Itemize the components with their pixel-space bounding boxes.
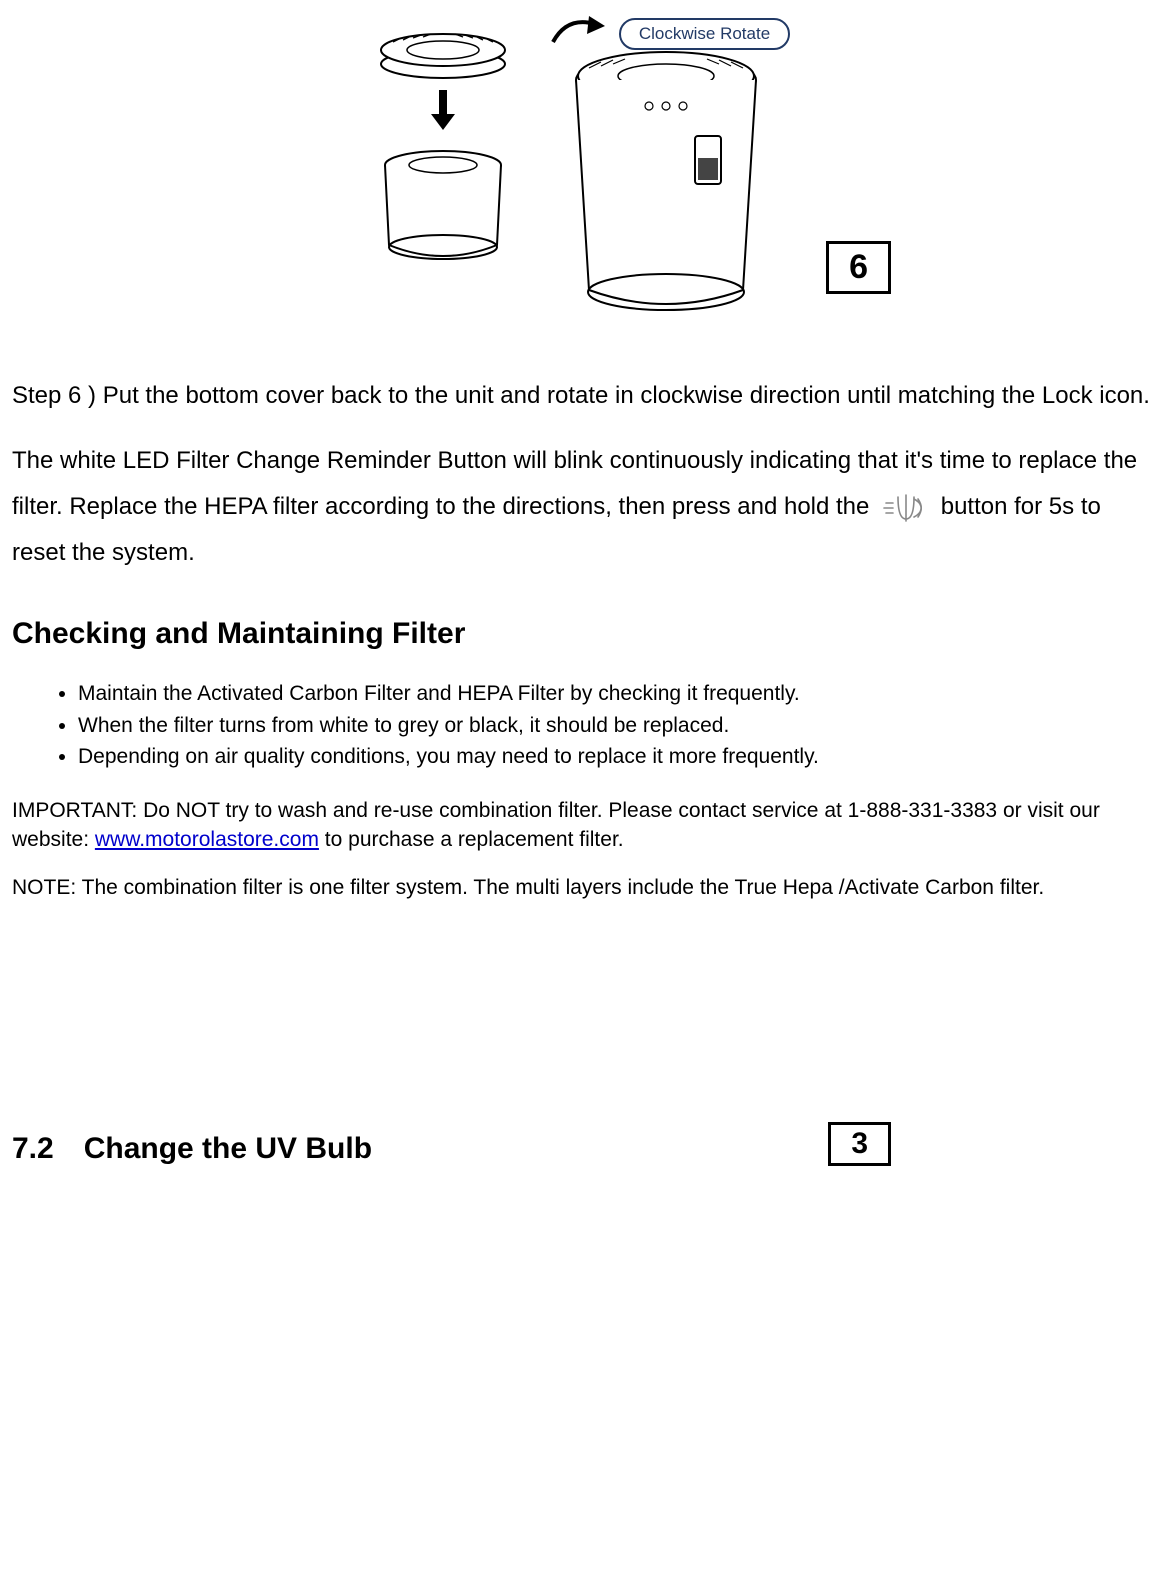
base-unit-icon bbox=[373, 147, 513, 267]
important-post: to purchase a replacement filter. bbox=[319, 828, 624, 851]
step6-figure: Clockwise Rotate 6 bbox=[12, 10, 1151, 340]
device-column: Clockwise Rotate bbox=[543, 10, 790, 340]
footer-row: 7.2 Change the UV Bulb 3 bbox=[12, 1122, 1151, 1166]
website-link[interactable]: www.motorolastore.com bbox=[95, 828, 319, 851]
checking-maintaining-heading: Checking and Maintaining Filter bbox=[12, 617, 1151, 651]
page-number-box: 3 bbox=[828, 1122, 891, 1166]
spacer bbox=[12, 922, 1151, 1122]
list-item: Maintain the Activated Carbon Filter and… bbox=[78, 679, 1151, 708]
lid-top-icon bbox=[373, 20, 513, 80]
filter-reset-icon bbox=[882, 491, 928, 525]
important-paragraph: IMPORTANT: Do NOT try to wash and re-use… bbox=[12, 797, 1151, 854]
step6-paragraph: Step 6 ) Put the bottom cover back to th… bbox=[12, 380, 1151, 412]
note-paragraph: NOTE: The combination filter is one filt… bbox=[12, 874, 1151, 902]
list-item: Depending on air quality conditions, you… bbox=[78, 742, 1151, 771]
maintenance-bullet-list: Maintain the Activated Carbon Filter and… bbox=[12, 679, 1151, 771]
change-uv-bulb-heading: 7.2 Change the UV Bulb bbox=[12, 1132, 372, 1166]
filter-reminder-paragraph: The white LED Filter Change Reminder But… bbox=[12, 438, 1151, 575]
list-item: When the filter turns from white to grey… bbox=[78, 711, 1151, 740]
step-6-box: 6 bbox=[826, 241, 891, 294]
lid-column bbox=[373, 10, 513, 340]
down-arrow-icon bbox=[429, 88, 457, 139]
air-purifier-icon bbox=[561, 40, 771, 320]
